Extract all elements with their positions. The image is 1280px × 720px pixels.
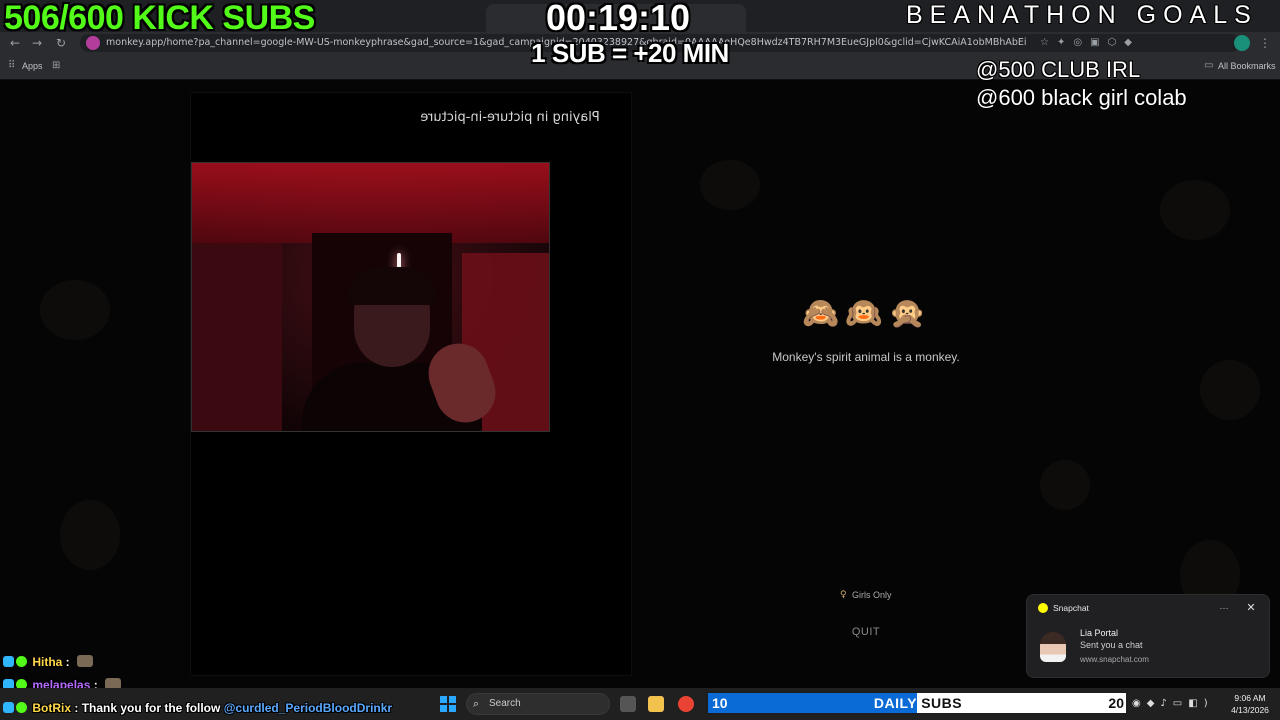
extension-icons[interactable]: ☆✦◎▣⬡◆ xyxy=(1040,36,1240,50)
goals-title: BEANATHON GOALS xyxy=(906,1,1258,29)
taskbar-date[interactable]: 4/13/2026 xyxy=(1224,704,1276,716)
chat-mention: @curdled_PeriodBloodDrinkr xyxy=(223,701,393,715)
taskbar-search-label[interactable]: Search xyxy=(489,697,549,711)
sender-avatar xyxy=(1040,632,1066,662)
verified-badge-icon xyxy=(16,702,27,713)
tab-groups-icon[interactable]: ⊞ xyxy=(52,59,64,73)
webcam-video[interactable] xyxy=(191,162,550,432)
search-icon: ⌕ xyxy=(473,697,480,710)
notification-message: Sent you a chat xyxy=(1080,640,1143,650)
notification-url: www.snapchat.com xyxy=(1080,655,1149,664)
taskbar-clock[interactable]: 9:06 AM xyxy=(1224,692,1276,704)
profile-avatar[interactable] xyxy=(1234,35,1250,51)
kick-subs-goal: 506/600 KICK SUBS xyxy=(4,0,315,37)
task-view-icon[interactable] xyxy=(620,696,636,712)
windows-start-icon[interactable] xyxy=(440,696,456,712)
verified-badge-icon xyxy=(16,656,27,667)
system-tray-icons[interactable]: ◉◆♪▭◧) xyxy=(1132,696,1224,712)
daily-subs-label: DAILY SUBS xyxy=(860,693,976,713)
girls-only-icon[interactable]: ♀ xyxy=(840,589,850,601)
goal-item: @500 CLUB IRL xyxy=(976,57,1141,82)
chrome-icon[interactable] xyxy=(678,696,694,712)
chat-username: BotRix xyxy=(32,701,72,715)
monkey-tagline: Monkey's spirit animal is a monkey. xyxy=(772,350,960,364)
chat-separator: : xyxy=(62,655,70,669)
pip-status-text: Playing in picture-in-picture xyxy=(420,110,600,125)
chat-message: BotRix : Thank you for the follow @curdl… xyxy=(3,699,392,717)
browser-menu-icon[interactable]: ⋮ xyxy=(1258,34,1272,52)
chat-text: Thank you for the follow xyxy=(81,701,224,715)
apps-grid-icon[interactable]: ⠿ xyxy=(8,60,20,72)
chat-message: Hitha : xyxy=(3,653,94,671)
stream-timer: 00:19:10 xyxy=(545,0,691,38)
sub-rule-text: 1 SUB = +20 MIN xyxy=(531,38,729,68)
close-icon[interactable]: ✕ xyxy=(1244,601,1258,615)
quit-button[interactable]: QUIT xyxy=(836,624,896,640)
notification-sender: Lia Portal xyxy=(1080,628,1119,638)
subscriber-badge-icon xyxy=(3,656,14,667)
daily-subs-max: 20 xyxy=(1108,695,1124,711)
file-explorer-icon[interactable] xyxy=(648,696,664,712)
goal-item: @600 black girl colab xyxy=(976,85,1187,110)
daily-subs-label-a: DAILY xyxy=(873,695,917,711)
snapchat-icon xyxy=(1038,603,1048,613)
chat-separator: : xyxy=(71,701,82,715)
chat-username: Hitha xyxy=(32,655,63,669)
more-options-icon[interactable]: ··· xyxy=(1216,602,1232,614)
notification-app-name: Snapchat xyxy=(1053,603,1089,613)
girls-only-toggle[interactable]: Girls Only xyxy=(852,589,932,601)
daily-subs-label-b: SUBS xyxy=(916,695,963,711)
monkey-emojis: 🙈🙉🙊 xyxy=(801,296,933,331)
site-info-icon[interactable] xyxy=(86,36,100,50)
daily-subs-min: 10 xyxy=(712,695,728,711)
chat-emote-icon xyxy=(77,655,94,667)
bookmark-apps[interactable]: Apps xyxy=(22,60,43,72)
bot-badge-icon xyxy=(3,702,14,713)
